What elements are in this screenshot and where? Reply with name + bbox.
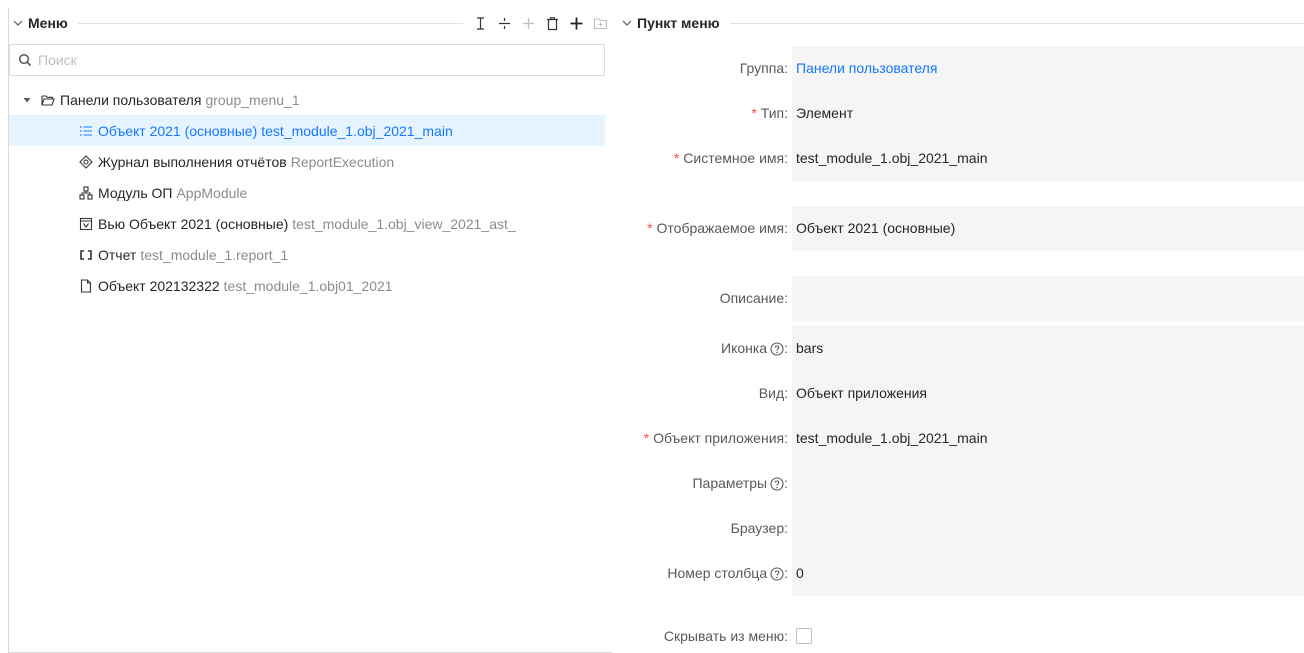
divider: [729, 22, 1304, 24]
field-value[interactable]: test_module_1.obj_2021_main: [792, 416, 1304, 461]
field-column-number: Номер столбца: 0: [618, 551, 1304, 596]
field-label: Скрывать из меню:: [663, 628, 788, 644]
tree-item-sub: test_module_1.obj01_2021: [223, 277, 393, 294]
field-label: Группа:: [739, 60, 788, 76]
text-cursor-icon[interactable]: [473, 16, 488, 31]
field-label: * Тип:: [751, 105, 788, 121]
menu-item-panel: Пункт меню Группа: Панели пользователя *…: [618, 8, 1304, 653]
search-box: [9, 44, 605, 76]
help-icon[interactable]: [770, 567, 784, 581]
help-icon[interactable]: [770, 477, 784, 491]
field-browser: Браузер:: [618, 506, 1304, 551]
chevron-down-icon: [13, 20, 23, 26]
field-label: Параметры:: [692, 475, 788, 491]
field-label: * Отображаемое имя:: [647, 220, 788, 236]
help-icon[interactable]: [770, 342, 784, 356]
search-input[interactable]: [36, 51, 576, 69]
tree-item[interactable]: Вью Объект 2021 (основные) test_module_1…: [9, 208, 605, 239]
field-label: Номер столбца:: [667, 565, 788, 581]
field-value[interactable]: Элемент: [792, 91, 1304, 136]
folder-open-icon: [41, 93, 55, 107]
field-value[interactable]: Объект приложения: [792, 371, 1304, 416]
tree-item-label: Модуль ОП: [98, 184, 173, 201]
menu-panel-header: Меню: [9, 8, 612, 38]
separator-icon[interactable]: [521, 16, 536, 31]
plus-icon[interactable]: [569, 16, 584, 31]
field-value[interactable]: bars: [792, 326, 1304, 371]
field-app-object: * Объект приложения: test_module_1.obj_20…: [618, 416, 1304, 461]
field-value[interactable]: [792, 276, 1304, 321]
field-label: * Объект приложения:: [643, 430, 788, 446]
tree-item-label: Вью Объект 2021 (основные): [98, 215, 289, 232]
field-group: Группа: Панели пользователя: [618, 46, 1304, 91]
hide-from-menu-checkbox[interactable]: [796, 628, 812, 644]
tree-item[interactable]: Объект 2021 (основные) test_module_1.obj…: [9, 115, 605, 146]
field-label: Вид:: [758, 385, 788, 401]
tree-node-root[interactable]: Панели пользователя group_menu_1: [9, 84, 605, 115]
menu-item-header: Пункт меню: [618, 8, 1304, 38]
tree-item-sub: test_module_1.obj_view_2021_ast_: [292, 215, 516, 232]
field-view: Вид: Объект приложения: [618, 371, 1304, 416]
tree-node-label: Панели пользователя: [60, 91, 202, 108]
split-icon[interactable]: [497, 16, 512, 31]
report-icon: [79, 248, 93, 262]
tree-item-label: Отчет: [98, 246, 137, 263]
tree-item-sub: test_module_1.report_1: [140, 246, 289, 263]
tree-item[interactable]: Модуль ОП AppModule: [9, 177, 605, 208]
field-system-name: * Системное имя: test_module_1.obj_2021_m…: [618, 136, 1304, 181]
chevron-down-icon: [622, 20, 632, 26]
tree-item[interactable]: Отчет test_module_1.report_1: [9, 239, 605, 270]
field-display-name: * Отображаемое имя: Объект 2021 (основные…: [618, 206, 1304, 251]
field-description: Описание:: [618, 276, 1304, 321]
module-icon: [79, 185, 93, 200]
search-icon: [18, 53, 32, 67]
folder-add-icon[interactable]: [593, 16, 608, 31]
file-icon: [79, 278, 93, 293]
field-parameters: Параметры:: [618, 461, 1304, 506]
menu-item-title: Пункт меню: [637, 15, 720, 31]
field-label: Иконка:: [721, 340, 788, 356]
field-hide-from-menu: Скрывать из меню:: [618, 621, 1304, 651]
bars-icon: [79, 124, 93, 138]
view-icon: [79, 217, 93, 231]
tree-item-sub: AppModule: [176, 184, 248, 201]
tree-item-label: Журнал выполнения отчётов: [98, 153, 287, 170]
field-icon: Иконка: bars: [618, 326, 1304, 371]
menu-panel-toggle[interactable]: Меню: [9, 15, 68, 31]
field-value[interactable]: [792, 506, 1304, 551]
menu-toolbar: [473, 16, 612, 31]
field-value[interactable]: test_module_1.obj_2021_main: [792, 136, 1304, 181]
menu-panel: Меню Поиск Панели пользователя group_men…: [8, 8, 612, 653]
field-value[interactable]: [792, 461, 1304, 506]
field-label: Браузер:: [730, 520, 788, 536]
menu-panel-title: Меню: [28, 15, 68, 31]
menu-tree: Панели пользователя group_menu_1 Объект …: [9, 84, 605, 301]
field-label: * Системное имя:: [673, 150, 788, 166]
tree-item-label: Объект 2021 (основные): [98, 122, 258, 139]
target-icon: [79, 154, 93, 169]
tree-item-sub: test_module_1.obj_2021_main: [261, 122, 453, 139]
tree-item-sub: ReportExecution: [290, 153, 395, 170]
tree-item-label: Объект 202132322: [98, 277, 220, 294]
field-label: Описание:: [719, 290, 788, 306]
divider: [77, 22, 463, 24]
menu-item-toggle[interactable]: Пункт меню: [618, 15, 720, 31]
field-type: * Тип: Элемент: [618, 91, 1304, 136]
tree-item[interactable]: Объект 202132322 test_module_1.obj01_202…: [9, 270, 605, 301]
caret-down-icon[interactable]: [19, 92, 35, 108]
field-value: [792, 621, 1304, 651]
group-link[interactable]: Панели пользователя: [796, 60, 937, 76]
tree-item[interactable]: Журнал выполнения отчётов ReportExecutio…: [9, 146, 605, 177]
field-value[interactable]: Объект 2021 (основные): [792, 206, 1304, 251]
field-value[interactable]: Панели пользователя: [792, 46, 1304, 91]
field-value[interactable]: 0: [792, 551, 1304, 596]
trash-icon[interactable]: [545, 16, 560, 31]
tree-node-sub: group_menu_1: [205, 91, 300, 108]
